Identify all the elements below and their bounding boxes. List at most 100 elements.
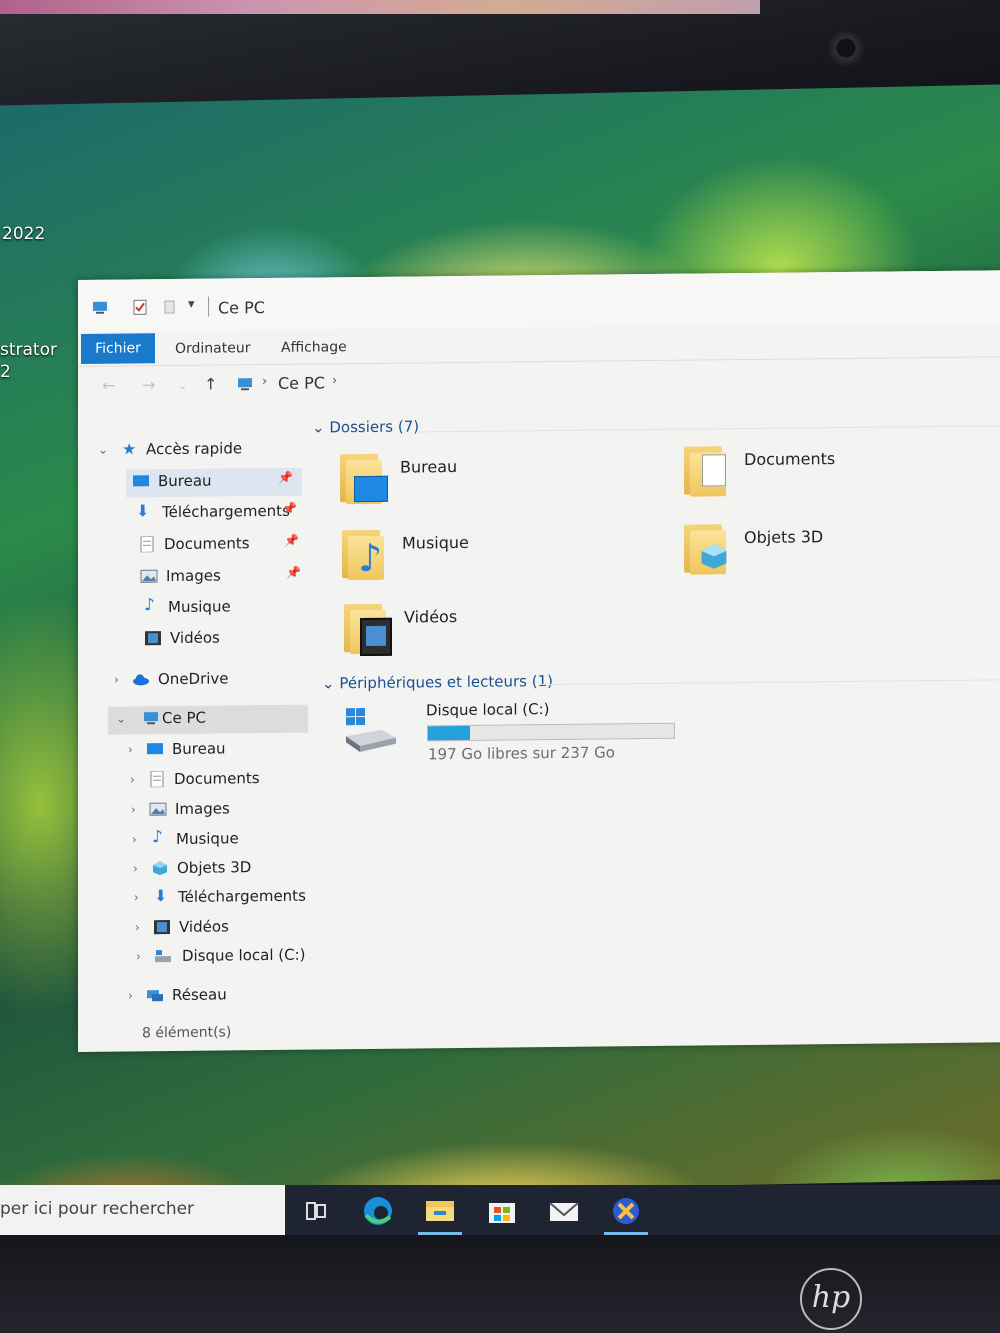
devices-group-header[interactable]: ⌄ Périphériques et lecteurs (1) <box>322 672 553 692</box>
customize-qat-icon[interactable]: ▾ <box>188 297 195 312</box>
cube-icon <box>153 861 167 876</box>
folder-tile-documents[interactable]: Documents <box>682 440 982 507</box>
chevron-right-icon[interactable]: › <box>128 988 140 1002</box>
nav-label: OneDrive <box>158 669 229 689</box>
nav-label: Ce PC <box>162 708 206 728</box>
music-note-icon: ♪ <box>144 595 155 616</box>
music-folder-icon: ♪ <box>340 526 386 582</box>
nav-label: Bureau <box>158 471 212 491</box>
nav-label: Musique <box>176 829 239 848</box>
title-bar: ▾ Ce PC <box>78 270 1000 332</box>
hp-logo: hp <box>800 1268 862 1330</box>
taskbar: per ici pour rechercher <box>0 1185 1000 1235</box>
pin-icon[interactable]: 📌 <box>278 471 293 485</box>
chevron-right-icon[interactable]: › <box>130 772 142 786</box>
breadcrumb-chevron-icon[interactable]: › <box>332 373 337 388</box>
document-icon <box>140 536 154 553</box>
folder-name: Vidéos <box>404 607 458 627</box>
download-arrow-icon: ⬇ <box>154 886 168 906</box>
chevron-right-icon[interactable]: › <box>135 920 147 934</box>
nav-ce-pc[interactable]: ⌄ Ce PC <box>108 704 308 735</box>
nav-label: Réseau <box>172 985 227 1005</box>
chevron-right-icon[interactable]: › <box>136 949 148 963</box>
folder-tile-bureau[interactable]: Bureau <box>338 447 638 514</box>
drive-tile-c[interactable]: Disque local (C:) 197 Go libres sur 237 … <box>342 700 682 769</box>
desktop-icon-label-1[interactable]: 2022 <box>2 224 45 244</box>
taskbar-search-box[interactable]: per ici pour rechercher <box>0 1185 285 1235</box>
chevron-down-icon[interactable]: ⌄ <box>98 443 110 457</box>
folder-tile-musique[interactable]: ♪ Musique <box>340 523 640 590</box>
nav-label: Accès rapide <box>146 439 243 459</box>
folders-group-header[interactable]: ⌄ Dossiers (7) <box>312 417 419 436</box>
app-x-icon[interactable] <box>604 1191 648 1235</box>
hard-drive-icon <box>346 707 396 753</box>
tab-ordinateur[interactable]: Ordinateur <box>175 336 251 361</box>
tab-affichage[interactable]: Affichage <box>281 335 347 360</box>
chevron-right-icon[interactable]: › <box>133 861 145 875</box>
window-title: Ce PC <box>218 298 265 318</box>
chevron-right-icon[interactable]: › <box>134 890 146 904</box>
desktop-folder-icon <box>147 743 163 755</box>
pin-icon[interactable]: 📌 <box>286 566 301 580</box>
qat-separator <box>208 296 209 317</box>
properties-icon[interactable] <box>132 299 148 315</box>
desktop-folder-icon <box>133 475 149 487</box>
group-divider <box>418 425 1000 433</box>
recent-chevron-icon[interactable]: ⌄ <box>178 379 187 392</box>
nav-label: Vidéos <box>170 628 220 648</box>
nav-label: Images <box>166 566 221 586</box>
nav-label: Bureau <box>172 739 226 759</box>
pin-icon[interactable]: 📌 <box>282 502 297 516</box>
pin-icon[interactable]: 📌 <box>284 534 299 548</box>
nav-label: Documents <box>174 769 260 788</box>
folder-name: Objets 3D <box>744 527 824 548</box>
tab-fichier[interactable]: Fichier <box>81 333 155 364</box>
chevron-down-icon[interactable]: ⌄ <box>116 711 128 725</box>
chevron-down-icon[interactable]: ⌄ <box>312 418 325 436</box>
nav-label: Documents <box>164 534 250 554</box>
nav-qa-bureau[interactable]: Bureau 📌 <box>126 467 302 498</box>
nav-label: Disque local (C:) <box>182 945 306 965</box>
chevron-right-icon[interactable]: › <box>131 802 143 816</box>
drive-usage-bar <box>427 722 675 742</box>
breadcrumb-ce-pc[interactable]: Ce PC <box>278 373 325 392</box>
new-folder-icon[interactable] <box>162 299 178 315</box>
mail-icon[interactable] <box>542 1191 586 1231</box>
desktop-icon-label-2[interactable]: strator <box>0 340 57 360</box>
documents-folder-icon <box>682 442 728 498</box>
task-view-icon[interactable] <box>295 1191 339 1231</box>
nav-label: Images <box>175 799 230 818</box>
webcam <box>828 30 864 66</box>
group-label: Dossiers (7) <box>329 417 420 437</box>
chevron-right-icon[interactable]: › <box>128 742 140 756</box>
folder-name: Bureau <box>400 457 458 477</box>
chevron-right-icon[interactable]: › <box>114 672 126 687</box>
nav-label: Vidéos <box>179 917 229 936</box>
up-arrow-icon[interactable]: ↑ <box>204 375 217 394</box>
desktop-icon-label-3[interactable]: 2 <box>0 362 11 382</box>
search-placeholder: per ici pour rechercher <box>0 1199 195 1219</box>
status-bar-item-count: 8 élément(s) <box>142 1024 232 1042</box>
nav-label: Téléchargements <box>178 886 306 906</box>
chevron-right-icon[interactable]: › <box>132 832 144 846</box>
computer-icon <box>93 301 107 314</box>
folder-name: Musique <box>402 532 469 553</box>
chevron-down-icon[interactable]: ⌄ <box>322 674 335 692</box>
group-divider <box>538 679 1000 686</box>
document-icon <box>150 771 164 788</box>
back-arrow-icon[interactable]: ← <box>102 376 115 395</box>
forward-arrow-icon[interactable]: → <box>142 375 155 394</box>
folder-tile-videos[interactable]: Vidéos <box>342 597 642 664</box>
drive-name: Disque local (C:) <box>426 700 550 720</box>
breadcrumb-chevron-icon[interactable]: › <box>262 374 267 389</box>
3d-objects-folder-icon <box>682 520 728 576</box>
videos-folder-icon <box>342 600 392 657</box>
desktop-folder-icon <box>338 450 388 506</box>
edge-browser-icon[interactable] <box>356 1191 400 1231</box>
nav-quick-access[interactable]: ⌄ ★ Accès rapide <box>98 435 328 465</box>
store-icon[interactable] <box>480 1191 524 1231</box>
nav-onedrive[interactable]: › OneDrive <box>114 665 344 695</box>
drive-usage-fill <box>428 725 470 741</box>
folder-tile-objets-3d[interactable]: Objets 3D <box>682 518 982 585</box>
file-explorer-icon[interactable] <box>418 1191 462 1235</box>
